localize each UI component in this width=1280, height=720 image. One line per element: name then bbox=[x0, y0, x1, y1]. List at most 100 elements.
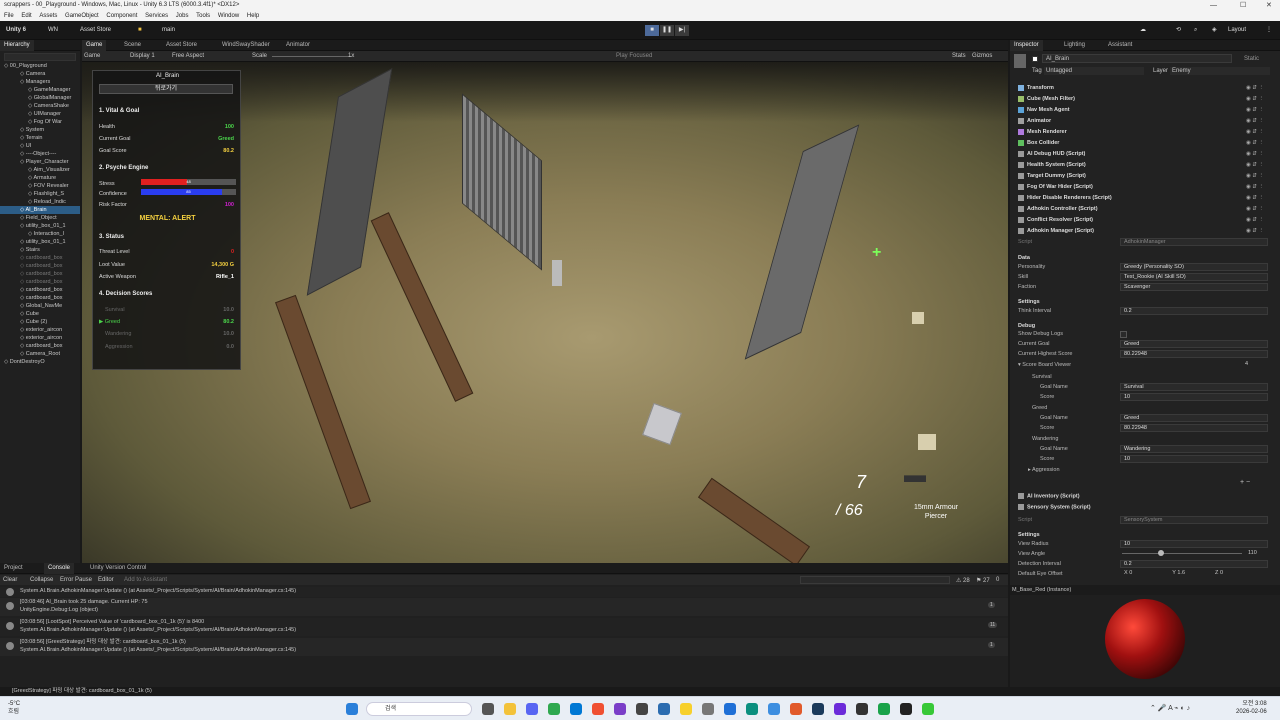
material-preview-header[interactable]: M_Base_Red (Instance) bbox=[1010, 585, 1280, 595]
component-header[interactable]: AI Debug HUD (Script) ◉ ⇵ ⋮ bbox=[1018, 149, 1264, 159]
hierarchy-item[interactable]: ◇ UI bbox=[0, 142, 31, 150]
play-icon[interactable]: ■ bbox=[645, 25, 659, 36]
steam-icon[interactable] bbox=[812, 703, 824, 715]
tab-hierarchy[interactable]: Hierarchy bbox=[0, 40, 34, 51]
account-button[interactable]: Unity 6 bbox=[6, 26, 26, 35]
aggression-item[interactable]: ▸ Aggression bbox=[1028, 466, 1060, 474]
app-icon[interactable] bbox=[746, 703, 758, 715]
scoreboard-element-label[interactable]: Wandering bbox=[1032, 435, 1058, 443]
hierarchy-item[interactable]: ◇ CameraShake bbox=[0, 102, 69, 110]
component-menu-icon[interactable]: ◉ ⇵ ⋮ bbox=[1246, 226, 1264, 236]
hierarchy-item[interactable]: ◇ System bbox=[0, 126, 44, 134]
tab-lighting[interactable]: Lighting bbox=[1060, 40, 1089, 51]
hierarchy-item[interactable]: ◇ exterior_aircon bbox=[0, 326, 62, 334]
hierarchy-item[interactable]: ◇ cardboard_box bbox=[0, 342, 62, 350]
console-log-entry[interactable]: [03:08:56] [LootSpot] Perceived Value of… bbox=[0, 618, 1008, 636]
edge-icon[interactable] bbox=[570, 703, 582, 715]
hierarchy-item[interactable]: ◇ utility_box_01_1 bbox=[0, 238, 66, 246]
think-field[interactable]: 0.2 bbox=[1120, 307, 1268, 315]
menu-tools[interactable]: Tools bbox=[196, 13, 210, 19]
error-count[interactable]: ⚑ 27 bbox=[976, 577, 990, 584]
console-log-entry[interactable]: System.AI.Brain.AdhokinManager:Update ()… bbox=[0, 587, 1008, 597]
goal-name-field[interactable]: Greed bbox=[1120, 414, 1268, 422]
console-search-input[interactable] bbox=[800, 576, 950, 584]
component-menu-icon[interactable]: ◉ ⇵ ⋮ bbox=[1246, 204, 1264, 214]
menu-edit[interactable]: Edit bbox=[21, 13, 31, 19]
hierarchy-item[interactable]: ◇ UIManager bbox=[0, 110, 61, 118]
menu-help[interactable]: Help bbox=[247, 13, 259, 19]
tab-version-control[interactable]: Unity Version Control bbox=[86, 563, 150, 574]
app-icon[interactable] bbox=[790, 703, 802, 715]
app-icon[interactable] bbox=[724, 703, 736, 715]
cloud-icon[interactable]: ☁ bbox=[1140, 26, 1146, 35]
start-icon[interactable] bbox=[346, 703, 358, 715]
collapse-button[interactable]: Collapse bbox=[30, 577, 53, 583]
hierarchy-item[interactable]: ◇ cardboard_box bbox=[0, 286, 62, 294]
show-debug-checkbox[interactable] bbox=[1120, 331, 1127, 338]
hierarchy-item[interactable]: ◇ Camera_Root bbox=[0, 350, 60, 358]
hierarchy-item[interactable]: ◇ AI_Brain bbox=[0, 206, 80, 214]
object-name-field[interactable]: AI_Brain bbox=[1042, 54, 1232, 63]
component-menu-icon[interactable]: ◉ ⇵ ⋮ bbox=[1246, 160, 1264, 170]
component-header[interactable]: Health System (Script) ◉ ⇵ ⋮ bbox=[1018, 160, 1264, 170]
weather-widget[interactable]: -5°C 흐림 bbox=[8, 700, 20, 716]
assistant-button[interactable]: Add to Assistant bbox=[124, 577, 167, 583]
hierarchy-item[interactable]: ◇ Interaction_I bbox=[0, 230, 64, 238]
chrome-icon[interactable] bbox=[548, 703, 560, 715]
add-remove-icon[interactable]: + − bbox=[1240, 479, 1250, 486]
clock[interactable]: 오전 3:08 2026-02-06 bbox=[1236, 700, 1267, 716]
explorer-icon[interactable] bbox=[504, 703, 516, 715]
hierarchy-item[interactable]: ◇ cardboard_box bbox=[0, 294, 62, 302]
asset-store-button[interactable]: Asset Store bbox=[80, 26, 111, 35]
view-angle-value[interactable]: 110 bbox=[1248, 550, 1257, 556]
component-menu-icon[interactable]: ◉ ⇵ ⋮ bbox=[1246, 138, 1264, 148]
cur-high-field[interactable]: 80.22948 bbox=[1120, 350, 1268, 358]
minimize-icon[interactable]: — bbox=[1210, 0, 1217, 11]
component-header[interactable]: Mesh Renderer ◉ ⇵ ⋮ bbox=[1018, 127, 1264, 137]
aspect-dropdown[interactable]: Free Aspect bbox=[172, 53, 204, 59]
hierarchy-item[interactable]: ◇ Aim_Visualizer bbox=[0, 166, 70, 174]
kakaotalk-icon[interactable] bbox=[680, 703, 692, 715]
branch-dropdown[interactable]: main bbox=[162, 26, 175, 35]
component-header[interactable]: Transform ◉ ⇵ ⋮ bbox=[1018, 83, 1264, 93]
history-icon[interactable]: ⟲ bbox=[1176, 26, 1181, 35]
component-menu-icon[interactable]: ◉ ⇵ ⋮ bbox=[1246, 94, 1264, 104]
back-button[interactable]: 뒤로가기 bbox=[99, 84, 233, 94]
hierarchy-item[interactable]: ◇ Field_Object bbox=[0, 214, 57, 222]
personality-field[interactable]: Greedy (Personality SO) bbox=[1120, 263, 1268, 271]
hierarchy-item[interactable]: ◇ Armature bbox=[0, 174, 56, 182]
hierarchy-item[interactable]: ◇ Flashlight_S bbox=[0, 190, 64, 198]
hierarchy-item[interactable]: ◇ Cube bbox=[0, 310, 39, 318]
component-header[interactable]: Cube (Mesh Filter) ◉ ⇵ ⋮ bbox=[1018, 94, 1264, 104]
tab-animator[interactable]: Animator bbox=[282, 40, 314, 51]
tag-dropdown[interactable]: Untagged bbox=[1044, 67, 1144, 75]
scoreboard-element-label[interactable]: Survival bbox=[1032, 373, 1052, 381]
component-header[interactable]: Adhokin Controller (Script) ◉ ⇵ ⋮ bbox=[1018, 204, 1264, 214]
score-field[interactable]: 10 bbox=[1120, 455, 1268, 463]
goal-name-field[interactable]: Wandering bbox=[1120, 445, 1268, 453]
hierarchy-item[interactable]: ◇ Cube (2) bbox=[0, 318, 47, 326]
cur-goal-dropdown[interactable]: Greed bbox=[1120, 340, 1268, 348]
hierarchy-item[interactable]: ◇ ----Object---- bbox=[0, 150, 56, 158]
tab-assistant[interactable]: Assistant bbox=[1104, 40, 1136, 51]
layer-dropdown[interactable]: Enemy bbox=[1170, 67, 1270, 75]
hierarchy-item[interactable]: ◇ cardboard_box bbox=[0, 270, 62, 278]
stats-button[interactable]: Stats bbox=[952, 53, 966, 59]
hierarchy-item[interactable]: ◇ Managers bbox=[0, 78, 50, 86]
display-dropdown[interactable]: Display 1 bbox=[130, 53, 155, 59]
app-icon[interactable] bbox=[878, 703, 890, 715]
component-header[interactable]: Animator ◉ ⇵ ⋮ bbox=[1018, 116, 1264, 126]
console-log-entry[interactable]: [03:08:46] AI_Brain took 25 damage. Curr… bbox=[0, 598, 1008, 616]
goal-name-field[interactable]: Survival bbox=[1120, 383, 1268, 391]
menu-assets[interactable]: Assets bbox=[39, 13, 57, 19]
tab-game[interactable]: Game bbox=[82, 40, 107, 51]
hierarchy-item[interactable]: ◇ DontDestroyO bbox=[0, 358, 45, 366]
hierarchy-item[interactable]: ◇ cardboard_box bbox=[0, 278, 62, 286]
faction-dropdown[interactable]: Scavenger bbox=[1120, 283, 1268, 291]
view-radius-field[interactable]: 10 bbox=[1120, 540, 1268, 548]
hierarchy-item[interactable]: ◇ cardboard_box bbox=[0, 254, 62, 262]
maximize-icon[interactable]: ☐ bbox=[1240, 0, 1246, 11]
pause-icon[interactable]: ❚❚ bbox=[660, 25, 674, 36]
visual-studio-icon[interactable] bbox=[834, 703, 846, 715]
close-icon[interactable]: ✕ bbox=[1266, 0, 1272, 11]
